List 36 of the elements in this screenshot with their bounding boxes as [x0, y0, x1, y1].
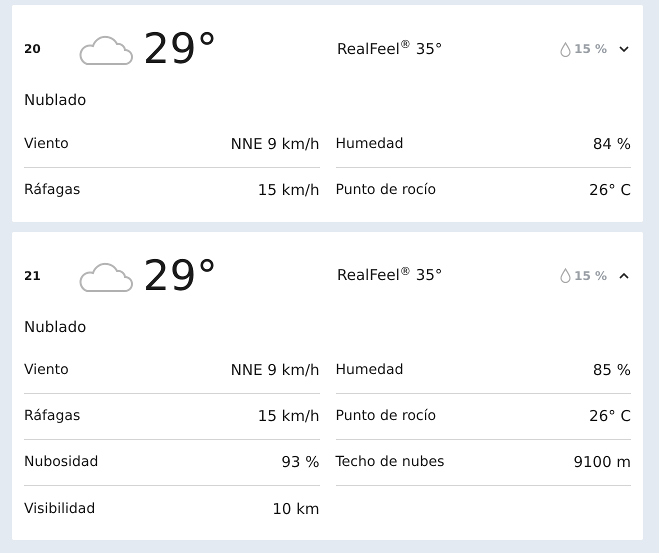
detail-label: Ráfagas: [24, 181, 80, 200]
temperature: 29°: [143, 254, 218, 296]
detail-value: NNE 9 km/h: [230, 360, 320, 382]
detail-label: Viento: [24, 361, 69, 380]
detail-label: Viento: [24, 134, 69, 154]
precipitation-text: 15 %: [574, 268, 607, 284]
chevron-icon[interactable]: [619, 45, 629, 53]
raindrop-icon: [560, 42, 572, 56]
detail-value: 84 %: [592, 134, 631, 155]
detail-value: 93 %: [281, 452, 320, 474]
realfeel-text: RealFeel$^{®}$ 35°: [337, 264, 444, 286]
detail-value: NNE 9 km/h: [230, 134, 320, 155]
condition-text: Nublado: [24, 90, 88, 111]
hour-label: 21: [24, 268, 42, 284]
detail-label: Techo de nubes: [336, 453, 444, 472]
detail-label: Humedad: [336, 361, 404, 380]
detail-value: 26° C: [589, 180, 631, 202]
hour-label: 20: [24, 41, 42, 58]
raindrop-icon: [560, 268, 572, 283]
condition-text: Nublado: [24, 316, 88, 338]
temperature: 29°: [143, 28, 218, 70]
detail-value: 15 km/h: [258, 180, 320, 202]
detail-value: 9100 m: [573, 452, 631, 474]
realfeel-text: RealFeel$^{®}$ 35°: [337, 38, 444, 60]
chevron-icon[interactable]: [619, 272, 629, 280]
detail-label: Ráfagas: [24, 407, 80, 426]
detail-value: 26° C: [589, 406, 631, 428]
detail-label: Humedad: [336, 134, 404, 154]
detail-label: Nubosidad: [24, 453, 98, 472]
detail-label: Punto de rocío: [336, 407, 436, 426]
detail-value: 10 km: [272, 498, 320, 520]
precipitation-text: 15 %: [574, 41, 607, 58]
detail-value: 85 %: [592, 360, 631, 382]
detail-label: Punto de rocío: [336, 181, 436, 200]
detail-label: Visibilidad: [24, 500, 96, 518]
detail-value: 15 km/h: [258, 406, 320, 428]
